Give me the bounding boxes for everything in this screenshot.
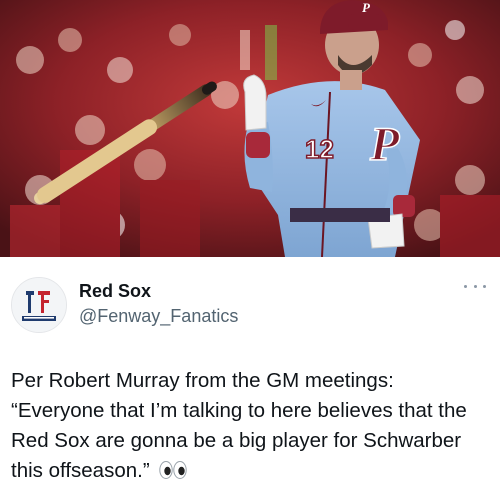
display-name[interactable]: Red Sox — [79, 281, 151, 302]
eyes-icon — [159, 459, 188, 489]
user-handle[interactable]: @Fenway_Fanatics — [79, 306, 238, 327]
avatar[interactable] — [11, 277, 67, 333]
jersey-logo: P — [369, 118, 400, 171]
tweet-body: Per Robert Murray from the GM meetings: … — [11, 369, 467, 482]
svg-text:P: P — [362, 0, 371, 15]
tweet-image[interactable]: P 12 P — [0, 0, 500, 257]
fenway-fanatics-logo-icon — [12, 278, 66, 332]
more-options-icon[interactable] — [464, 279, 486, 293]
tweet-text: Per Robert Murray from the GM meetings: … — [11, 366, 491, 489]
tweet: Red Sox @Fenway_Fanatics Per Robert Murr… — [0, 257, 500, 500]
jersey-number: 12 — [305, 134, 334, 164]
baseball-photo: P 12 P — [0, 0, 500, 257]
